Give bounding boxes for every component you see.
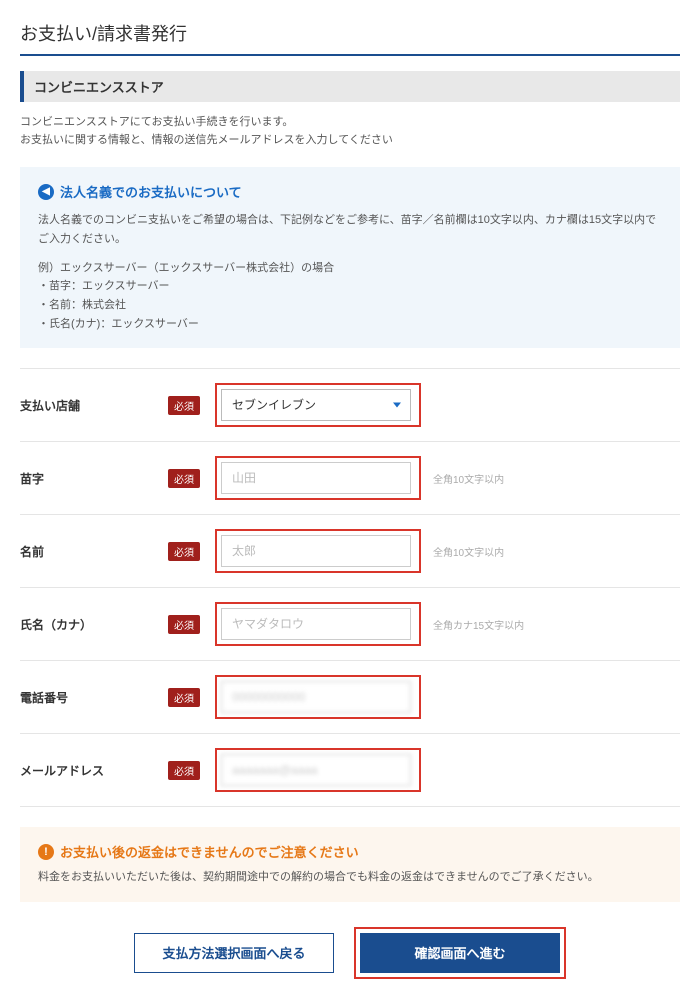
hint-kana: 全角カナ15文字以内	[433, 617, 524, 632]
section-header: コンビニエンスストア	[20, 71, 680, 102]
required-badge: 必須	[168, 761, 200, 780]
warning-title: ! お支払い後の返金はできませんのでご注意ください	[38, 842, 662, 861]
info-box-body: 法人名義でのコンビニ支払いをご希望の場合は、下記例などをご参考に、苗字／名前欄は…	[38, 211, 662, 333]
label-lastname: 苗字	[20, 470, 44, 487]
info-example-line1: ・苗字：エックスサーバー	[38, 277, 662, 296]
info-box-corporate: ◀ 法人名義でのお支払いについて 法人名義でのコンビニ支払いをご希望の場合は、下…	[20, 167, 680, 348]
label-firstname: 名前	[20, 543, 44, 560]
hint-lastname: 全角10文字以内	[433, 471, 504, 486]
info-example-header: 例）エックスサーバー（エックスサーバー株式会社）の場合	[38, 259, 662, 278]
row-lastname: 苗字 必須 全角10文字以内	[20, 442, 680, 515]
intro-line2: お支払いに関する情報と、情報の送信先メールアドレスを入力してください	[20, 132, 680, 150]
intro-text: コンビニエンスストアにてお支払い手続きを行います。 お支払いに関する情報と、情報…	[20, 114, 680, 149]
required-badge: 必須	[168, 615, 200, 634]
warning-box: ! お支払い後の返金はできませんのでご注意ください 料金をお支払いいただいた後は…	[20, 827, 680, 902]
alert-icon: !	[38, 844, 54, 860]
label-kana: 氏名（カナ）	[20, 616, 92, 633]
store-select[interactable]: セブンイレブン	[221, 389, 411, 421]
info-body-main: 法人名義でのコンビニ支払いをご希望の場合は、下記例などをご参考に、苗字／名前欄は…	[38, 211, 662, 248]
row-store: 支払い店舗 必須 セブンイレブン	[20, 368, 680, 442]
form-table: 支払い店舗 必須 セブンイレブン 苗字 必須 全角10文字以内	[20, 368, 680, 807]
label-email: メールアドレス	[20, 762, 104, 779]
info-example-line3: ・氏名(カナ)：エックスサーバー	[38, 315, 662, 334]
phone-input[interactable]: 00000000000	[221, 681, 411, 713]
info-box-title: ◀ 法人名義でのお支払いについて	[38, 182, 662, 201]
info-box-title-text: 法人名義でのお支払いについて	[60, 182, 242, 201]
lastname-input[interactable]	[221, 462, 411, 494]
confirm-highlight: 確認画面へ進む	[354, 927, 566, 979]
required-badge: 必須	[168, 542, 200, 561]
warning-title-text: お支払い後の返金はできませんのでご注意ください	[60, 842, 359, 861]
label-phone: 電話番号	[20, 689, 68, 706]
warning-body: 料金をお支払いいただいた後は、契約期間途中での解約の場合でも料金の返金はできませ…	[38, 869, 662, 887]
info-example-line2: ・名前：株式会社	[38, 296, 662, 315]
required-badge: 必須	[168, 688, 200, 707]
row-email: メールアドレス 必須 aaaaaaa@aaaa	[20, 734, 680, 807]
row-phone: 電話番号 必須 00000000000	[20, 661, 680, 734]
required-badge: 必須	[168, 396, 200, 415]
required-badge: 必須	[168, 469, 200, 488]
confirm-button[interactable]: 確認画面へ進む	[360, 933, 560, 973]
hint-firstname: 全角10文字以内	[433, 544, 504, 559]
button-row: 支払方法選択画面へ戻る 確認画面へ進む	[20, 927, 680, 979]
kana-input[interactable]	[221, 608, 411, 640]
store-select-wrap[interactable]: セブンイレブン	[221, 389, 411, 421]
firstname-input[interactable]	[221, 535, 411, 567]
back-button[interactable]: 支払方法選択画面へ戻る	[134, 933, 334, 973]
row-kana: 氏名（カナ） 必須 全角カナ15文字以内	[20, 588, 680, 661]
page-title: お支払い/請求書発行	[20, 20, 680, 56]
row-firstname: 名前 必須 全角10文字以内	[20, 515, 680, 588]
intro-line1: コンビニエンスストアにてお支払い手続きを行います。	[20, 114, 680, 132]
megaphone-icon: ◀	[38, 184, 54, 200]
email-input[interactable]: aaaaaaa@aaaa	[221, 754, 411, 786]
label-store: 支払い店舗	[20, 397, 80, 414]
